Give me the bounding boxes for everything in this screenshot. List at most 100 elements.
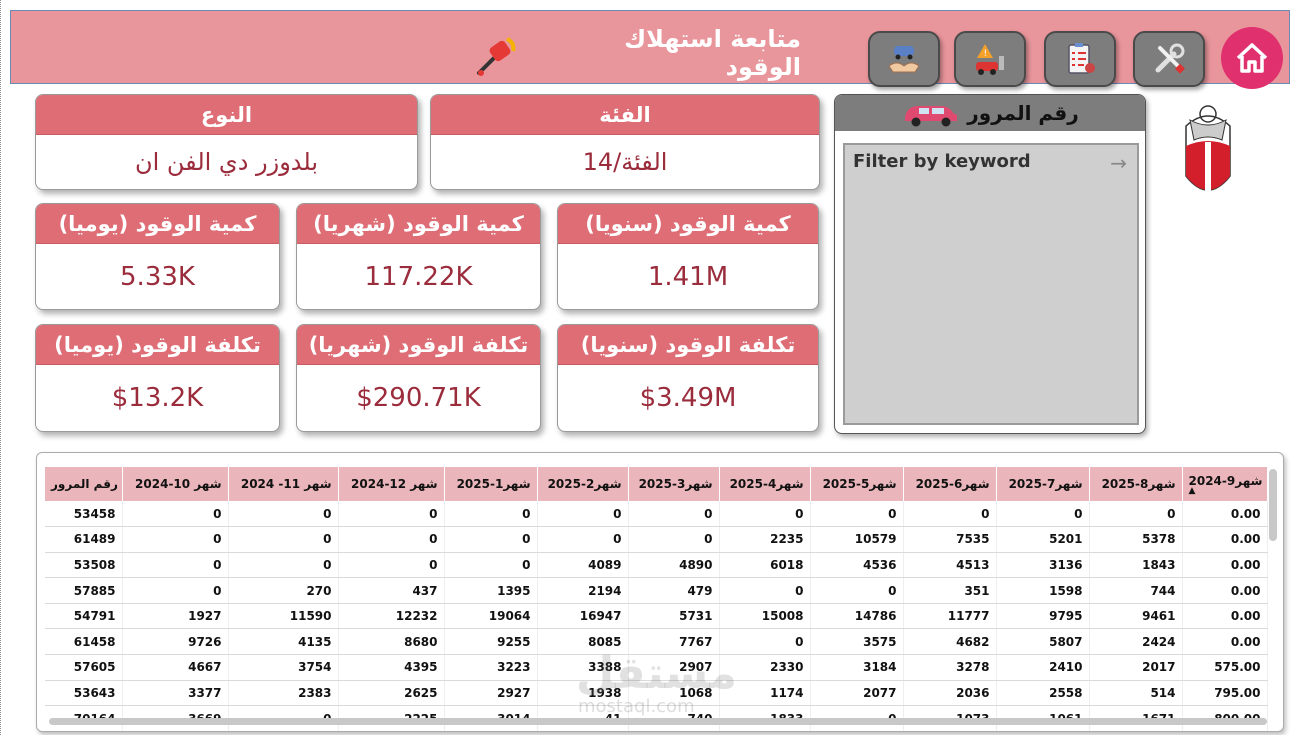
watermark-text: مستقل	[576, 648, 737, 699]
car-accident-button[interactable]: !	[954, 31, 1026, 87]
table-cell: 744	[1089, 577, 1183, 604]
table-cell: 0	[444, 552, 538, 579]
fuel-cost-daily-label: تكلفة الوقود (يوميا)	[36, 325, 279, 365]
fuel-qty-daily-label: كمية الوقود (يوميا)	[36, 204, 279, 244]
table-cell: 0.00	[1182, 603, 1268, 630]
table-cell: 0.00	[1182, 577, 1268, 604]
fuel-qty-daily-card: كمية الوقود (يوميا) 5.33K	[35, 203, 280, 310]
type-card: النوع بلدوزر دي الفن ان	[35, 94, 418, 190]
table-cell: 3136	[996, 552, 1090, 579]
arrow-right-icon[interactable]: →	[1110, 151, 1127, 175]
column-header[interactable]: شهر 10-2024	[122, 467, 229, 501]
car-accident-icon: !	[976, 44, 1004, 75]
column-header[interactable]: رقم المرور	[45, 467, 123, 501]
table-cell: 14786	[810, 603, 904, 630]
fuel-cost-yearly-label: تكلفة الوقود (سنويا)	[558, 325, 818, 365]
vertical-scrollbar[interactable]	[1269, 469, 1277, 541]
page-title: متابعة استهلاك الوقود	[624, 25, 801, 81]
table-cell: 57885	[45, 577, 123, 604]
column-header[interactable]: شهر4-2025	[719, 467, 811, 501]
category-card: الفئة الفئة/14	[430, 94, 820, 190]
watermark-sub: mostaql.com	[578, 696, 695, 717]
handshake-icon	[888, 46, 920, 73]
column-header[interactable]: شهر7-2025	[996, 467, 1090, 501]
table-cell: 2927	[444, 680, 538, 707]
table-cell: 3223	[444, 654, 538, 681]
table-cell: 0.00	[1182, 552, 1268, 579]
home-button[interactable]	[1221, 27, 1283, 89]
table-cell: 479	[628, 577, 720, 604]
table-cell: 53508	[45, 552, 123, 579]
column-header[interactable]: شهر8-2025	[1089, 467, 1183, 501]
table-cell: 0	[719, 501, 811, 528]
table-cell: 0	[122, 501, 229, 528]
table-cell: 0	[444, 501, 538, 528]
table-cell: 4089	[537, 552, 629, 579]
table-cell: 0	[122, 577, 229, 604]
column-header-sorted[interactable]: شهر9-2024 ▲	[1182, 467, 1268, 501]
table-cell: 270	[228, 577, 339, 604]
table-cell: 795.00	[1182, 680, 1268, 707]
table-row[interactable]: 54791 1927 11590 12232 19064 16947 5731 15008 14…	[45, 603, 1268, 630]
table-cell: 2383	[228, 680, 339, 707]
table-cell: 12232	[338, 603, 445, 630]
column-header[interactable]: شهر5-2025	[810, 467, 904, 501]
table-cell: 0	[228, 526, 339, 553]
table-cell: 0.00	[1182, 501, 1268, 528]
table-cell: 7535	[903, 526, 997, 553]
column-header[interactable]: شهر1-2025	[444, 467, 538, 501]
horizontal-scrollbar[interactable]	[49, 718, 1267, 725]
category-label: الفئة	[431, 95, 819, 135]
table-cell: 10579	[810, 526, 904, 553]
table-cell: 0	[719, 577, 811, 604]
table-cell: 437	[338, 577, 445, 604]
filter-header: رقم المرور	[835, 95, 1145, 131]
table-row[interactable]: 53508 0 0 0 0 4089 4890 6018 4536 4513 3136 1843 0.0…	[45, 552, 1268, 579]
tools-button[interactable]	[1133, 31, 1205, 87]
column-header[interactable]: شهر6-2025	[903, 467, 997, 501]
table-cell: 9726	[122, 628, 229, 656]
table-cell: 1395	[444, 577, 538, 604]
column-header[interactable]: شهر 11- 2024	[228, 467, 339, 501]
column-header[interactable]: شهر2-2025	[537, 467, 629, 501]
table-cell: 5201	[996, 526, 1090, 553]
table-cell: 351	[903, 577, 997, 604]
svg-text:!: !	[984, 49, 988, 59]
header-bar: ! متابعة استهلاك الوقود	[10, 10, 1290, 89]
filter-label: رقم المرور	[967, 101, 1079, 125]
table-cell: 3184	[810, 654, 904, 681]
table-cell: 61458	[45, 628, 123, 656]
fuel-cost-daily-card: تكلفة الوقود (يوميا) $13.2K	[35, 324, 280, 432]
filter-search-input[interactable]: Filter by keyword →	[843, 143, 1139, 425]
table-row[interactable]: 57885 0 270 437 1395 2194 479 0 0 351 1598 744 0.00	[45, 577, 1268, 604]
checklist-icon	[1068, 43, 1095, 74]
emblem-logo	[1185, 105, 1231, 192]
table-cell: 0	[537, 526, 629, 553]
table-cell: 4667	[122, 654, 229, 681]
table-cell: 0	[537, 501, 629, 528]
table-cell: 2194	[537, 577, 629, 604]
table-row[interactable]: 53458 0 0 0 0 0 0 0 0 0 0 0 0.00	[45, 501, 1268, 528]
sort-asc-icon: ▲	[1188, 486, 1196, 496]
table-cell: 16947	[537, 603, 629, 630]
plate-number-filter: رقم المرور Filter by keyword →	[834, 94, 1146, 434]
column-header[interactable]: شهر 12-2024	[338, 467, 445, 501]
table-cell: 0	[628, 501, 720, 528]
table-header-row: رقم المرور شهر 10-2024 شهر 11- 2024 شهر …	[45, 467, 1268, 501]
table-cell: 53643	[45, 680, 123, 707]
table-cell: 2558	[996, 680, 1090, 707]
table-cell: 3754	[228, 654, 339, 681]
handshake-button[interactable]	[868, 31, 940, 87]
table-row[interactable]: 61489 0 0 0 0 0 0 2235 10579 7535 5201 5378 0.00	[45, 526, 1268, 553]
table-cell: 2625	[338, 680, 445, 707]
filter-placeholder: Filter by keyword	[853, 151, 1031, 172]
fuel-qty-monthly-card: كمية الوقود (شهريا) 117.22K	[296, 203, 541, 310]
table-cell: 0	[444, 526, 538, 553]
table-cell: 2036	[903, 680, 997, 707]
fuel-cost-yearly-value: $3.49M	[639, 383, 737, 413]
table-cell: 0	[628, 526, 720, 553]
fuel-qty-yearly-value: 1.41M	[647, 261, 729, 292]
table-cell: 53458	[45, 501, 123, 528]
checklist-button[interactable]	[1044, 31, 1116, 87]
column-header[interactable]: شهر3-2025	[628, 467, 720, 501]
